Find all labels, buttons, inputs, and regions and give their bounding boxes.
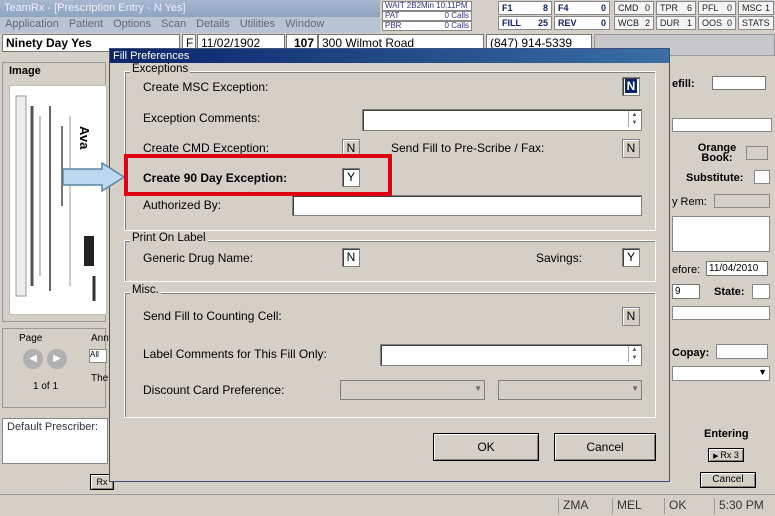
discount-card-detail-select[interactable]: ▼ <box>498 380 642 400</box>
counter-stats[interactable]: STATS <box>738 16 774 30</box>
before-label: efore: <box>672 264 701 276</box>
state-field[interactable] <box>752 284 770 299</box>
counter-fill[interactable]: FILL 25 <box>498 16 552 30</box>
msc-exception-field[interactable]: N <box>622 77 640 96</box>
substitute-field[interactable] <box>754 170 770 184</box>
exception-comments-input[interactable]: ▲ ▼ <box>362 109 642 131</box>
next-page-icon[interactable]: ▶ <box>47 349 67 369</box>
rem-field[interactable] <box>714 194 770 208</box>
prescribe-fax-field[interactable]: N <box>622 139 640 158</box>
label-comments-label: Label Comments for This Fill Only: <box>143 347 327 361</box>
pbr-status: PBR 0 Calls <box>382 21 472 31</box>
drug-field[interactable] <box>672 118 772 132</box>
zip-field[interactable]: 9 <box>672 284 700 299</box>
prescribe-fax-label: Send Fill to Pre-Scribe / Fax: <box>391 141 545 155</box>
ok-button[interactable]: OK <box>433 433 539 461</box>
cmd-exception-label: Create CMD Exception: <box>143 141 270 155</box>
dropdown-arrow-icon: ▼ <box>474 384 482 393</box>
orange-book-label: Orange Book: <box>697 142 737 164</box>
counter-pfl[interactable]: PFL 0 <box>698 1 736 15</box>
app-title-bar: TeamRx - [Prescription Entry - N Yes] <box>0 0 380 17</box>
main-cancel-button[interactable]: Cancel <box>700 472 756 488</box>
counter-rev[interactable]: REV 0 <box>554 16 610 30</box>
wait-status: WAIT 2B2Min 10:11PM <box>382 1 472 11</box>
menu-window[interactable]: Window <box>285 18 324 30</box>
menu-options[interactable]: Options <box>113 18 151 30</box>
notes-field[interactable] <box>672 216 770 252</box>
counter-f1[interactable]: F1 8 <box>498 1 552 15</box>
payer-select[interactable]: ▼ <box>672 366 770 381</box>
prev-page-icon[interactable]: ◀ <box>23 349 43 369</box>
highlight-box <box>124 154 392 196</box>
ann-all-select[interactable]: All <box>89 349 107 363</box>
pointer-arrow-icon <box>62 162 126 192</box>
generic-drug-name-label: Generic Drug Name: <box>143 251 254 265</box>
document-text: Ava <box>77 126 92 150</box>
counting-cell-field[interactable]: N <box>622 307 640 326</box>
authorized-by-input[interactable] <box>292 195 642 216</box>
exceptions-title: Exceptions <box>130 63 191 75</box>
menu-scan[interactable]: Scan <box>161 18 186 30</box>
counter-oos[interactable]: OOS 0 <box>698 16 736 30</box>
rem-label: y Rem: <box>672 196 707 208</box>
dialog-title: Fill Preferences <box>110 49 669 63</box>
page-nav-panel: Page ◀ ▶ 1 of 1 Ann All Ther <box>2 328 112 408</box>
status-time: 5:30 PM <box>714 498 764 514</box>
scanned-prescription-image: Ava <box>9 85 107 315</box>
savings-label: Savings: <box>536 251 583 265</box>
dropdown-arrow-icon: ▼ <box>631 384 639 393</box>
authorized-by-label: Authorized By: <box>143 198 222 212</box>
print-on-label-title: Print On Label <box>130 232 208 244</box>
status-user: ZMA <box>558 498 588 514</box>
image-panel: Image Ava <box>2 62 107 322</box>
rx3-button[interactable]: ▶ Rx 3 <box>708 448 744 462</box>
msc-exception-label: Create MSC Exception: <box>143 80 269 94</box>
counter-cmd[interactable]: CMD 0 <box>614 1 654 15</box>
discount-card-label: Discount Card Preference: <box>143 383 285 397</box>
default-prescriber-box: Default Prescriber: <box>2 418 108 464</box>
substitute-label: Substitute: <box>686 172 744 184</box>
misc-title: Misc. <box>130 284 161 296</box>
menu-bar: Application Patient Options Scan Details Util… <box>0 17 380 33</box>
counter-dur[interactable]: DUR 1 <box>656 16 696 30</box>
counter-f4[interactable]: F4 0 <box>554 1 610 15</box>
label-comments-input[interactable]: ▲ ▼ <box>380 344 642 366</box>
refill-label: efill: <box>672 78 695 90</box>
menu-details[interactable]: Details <box>196 18 230 30</box>
ann-label: Ann <box>91 333 109 344</box>
counter-msc[interactable]: MSC 1 <box>738 1 774 15</box>
status-bar: ZMA MEL OK 5:30 PM <box>0 494 775 516</box>
state-label: State: <box>714 286 745 298</box>
menu-patient[interactable]: Patient <box>69 18 103 30</box>
right-panel: efill: Orange Book: Substitute: y Rem: e… <box>670 62 775 492</box>
orange-book-field[interactable] <box>746 146 768 160</box>
refill-field[interactable] <box>712 76 766 90</box>
status-store: MEL <box>612 498 642 514</box>
discount-card-select[interactable]: ▼ <box>340 380 485 400</box>
before-date[interactable]: 11/04/2010 <box>706 261 768 276</box>
copay-label: Copay: <box>672 347 710 359</box>
fill-preferences-dialog: Fill Preferences Exceptions Create MSC E… <box>109 48 670 482</box>
exception-comments-label: Exception Comments: <box>143 111 261 125</box>
generic-drug-name-field[interactable]: N <box>342 248 360 267</box>
counting-cell-label: Send Fill to Counting Cell: <box>143 309 282 323</box>
page-label: Page <box>19 333 43 344</box>
status-ok: OK <box>664 498 686 514</box>
cancel-button[interactable]: Cancel <box>554 433 656 461</box>
app-title: TeamRx - [Prescription Entry - N Yes] <box>4 2 186 14</box>
scanned-document-graphic <box>15 95 96 301</box>
pat-status: PAT 0 Calls <box>382 11 472 21</box>
image-label: Image <box>9 65 41 77</box>
copay-field[interactable] <box>716 344 768 359</box>
savings-field[interactable]: Y <box>622 248 640 267</box>
entering-label: Entering <box>704 428 749 440</box>
menu-utilities[interactable]: Utilities <box>240 18 275 30</box>
spin-icon[interactable]: ▲ ▼ <box>628 111 640 127</box>
page-count: 1 of 1 <box>33 381 59 392</box>
spin-icon[interactable]: ▲ ▼ <box>628 346 640 362</box>
city-field[interactable] <box>672 306 770 320</box>
counter-tpr[interactable]: TPR 6 <box>656 1 696 15</box>
menu-application[interactable]: Application <box>5 18 59 30</box>
counter-wcb[interactable]: WCB 2 <box>614 16 654 30</box>
